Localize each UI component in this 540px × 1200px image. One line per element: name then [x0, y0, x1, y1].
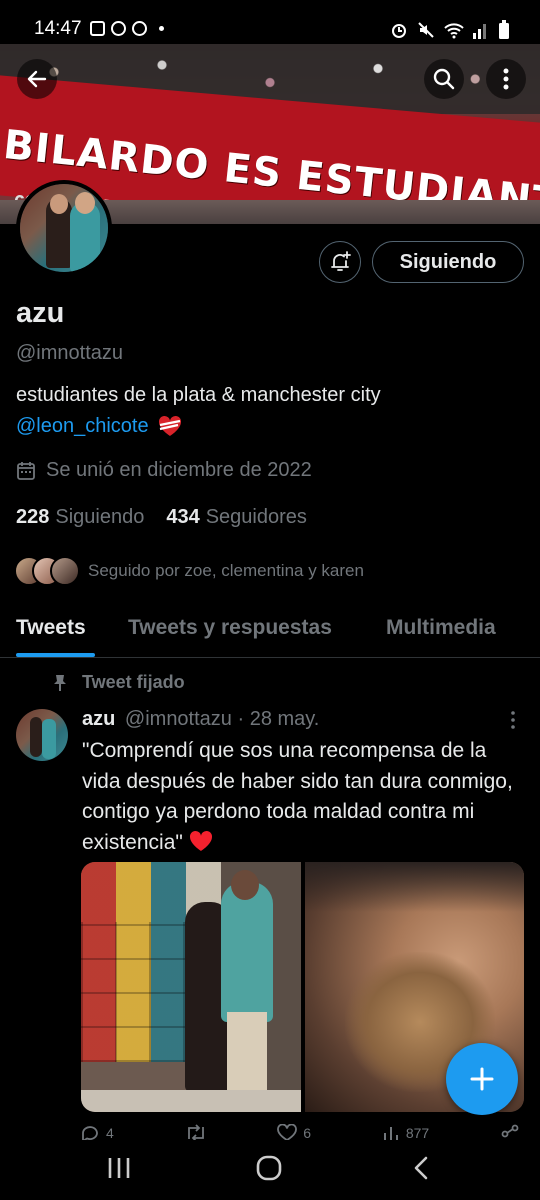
followers-stat[interactable]: 434 Seguidores: [166, 506, 307, 529]
followed-by-row[interactable]: Seguido por zoe, clementina y karen: [14, 556, 364, 586]
battery-icon: [499, 20, 509, 39]
tweet-text-block: "Comprendí que sos una recompensa de la …: [82, 736, 522, 858]
search-button[interactable]: [424, 59, 464, 99]
person-right: [221, 882, 273, 1022]
avatar-face-left: [50, 194, 68, 214]
tweet-author-handle[interactable]: @imnottazu: [125, 708, 232, 730]
bell-plus-icon: [331, 251, 351, 271]
followed-by-text: Seguido por zoe, clementina y karen: [88, 561, 364, 580]
profile-name: azu: [16, 297, 65, 329]
pinned-label-row: Tweet fijado: [52, 672, 185, 693]
gallery-icon: [90, 21, 105, 36]
reply-count: 4: [106, 1125, 114, 1141]
avatar-face-right: [75, 192, 95, 214]
person-right-head: [231, 870, 259, 900]
notifications-button[interactable]: [319, 241, 361, 283]
arrow-left-icon: [27, 70, 47, 88]
followers-count: 434: [166, 506, 200, 528]
wifi-icon: [444, 23, 464, 39]
profile-tabs: Tweets Tweets y respuestas Multimedia: [0, 608, 540, 658]
tweet-author-name[interactable]: azu: [82, 708, 115, 730]
recent-apps-icon[interactable]: [106, 1156, 132, 1180]
profile-avatar[interactable]: [16, 180, 112, 276]
person-right-pants: [227, 1012, 267, 1092]
shadow-top: [305, 862, 524, 912]
tweet-text: "Comprendí que sos una recompensa de la …: [82, 739, 513, 854]
home-icon[interactable]: [256, 1155, 282, 1181]
view-count: 877: [405, 1125, 430, 1141]
following-button[interactable]: Siguiendo: [372, 241, 524, 283]
system-navigation-bar: [0, 1140, 540, 1200]
bio-mention-link[interactable]: @leon_chicote: [16, 415, 149, 438]
active-tab-indicator: [16, 653, 95, 657]
more-vertical-icon: [503, 68, 509, 90]
pinterest-icon: [111, 21, 126, 36]
heart-ribbon-icon: [158, 415, 181, 436]
more-options-button[interactable]: [486, 59, 526, 99]
tweet-date[interactable]: · 28 may.: [237, 708, 319, 730]
floor: [81, 1090, 301, 1112]
status-bar: 14:47: [0, 0, 540, 44]
alarm-icon: [392, 24, 406, 38]
tab-media[interactable]: Multimedia: [386, 616, 496, 640]
following-label: Siguiendo: [55, 506, 145, 528]
bio-mention-row: @leon_chicote: [16, 414, 183, 438]
tweet-more-icon[interactable]: [508, 710, 518, 730]
search-icon: [433, 68, 455, 90]
like-count: 6: [303, 1125, 312, 1141]
tab-tweets[interactable]: Tweets: [16, 616, 86, 640]
follow-stats: 228 Siguiendo 434 Seguidores: [16, 506, 307, 529]
notification-icons: [90, 21, 164, 36]
more-notifications-icon: [159, 26, 164, 31]
calendar-icon: [17, 461, 35, 480]
tab-tweets-replies[interactable]: Tweets y respuestas: [128, 616, 332, 640]
red-heart-icon: [189, 830, 212, 851]
profile-handle: @imnottazu: [16, 342, 124, 364]
profile-bio: estudiantes de la plata & manchester cit…: [16, 384, 381, 406]
tweet-author-avatar[interactable]: [16, 709, 68, 761]
whatsapp-icon: [132, 21, 147, 36]
following-count: 228: [16, 506, 50, 528]
joined-date: Se unió en diciembre de 2022: [46, 459, 312, 481]
status-time: 14:47: [34, 18, 82, 39]
tweet-header: azu @imnottazu · 28 may.: [82, 708, 319, 731]
tweet-image-left[interactable]: [81, 862, 301, 1112]
pin-icon: [54, 674, 66, 691]
mute-icon: [418, 22, 434, 38]
followers-label: Seguidores: [205, 506, 307, 528]
plus-icon: [470, 1067, 494, 1091]
system-icons: [390, 20, 510, 40]
compose-tweet-button[interactable]: [446, 1043, 518, 1115]
back-button[interactable]: [17, 59, 57, 99]
follower-avatar: [50, 556, 80, 586]
signal-icon: [473, 24, 486, 39]
back-nav-icon[interactable]: [410, 1156, 432, 1180]
joined-date-row: Se unió en diciembre de 2022: [16, 459, 312, 482]
following-stat[interactable]: 228 Siguiendo: [16, 506, 144, 529]
pinned-label: Tweet fijado: [82, 672, 185, 692]
